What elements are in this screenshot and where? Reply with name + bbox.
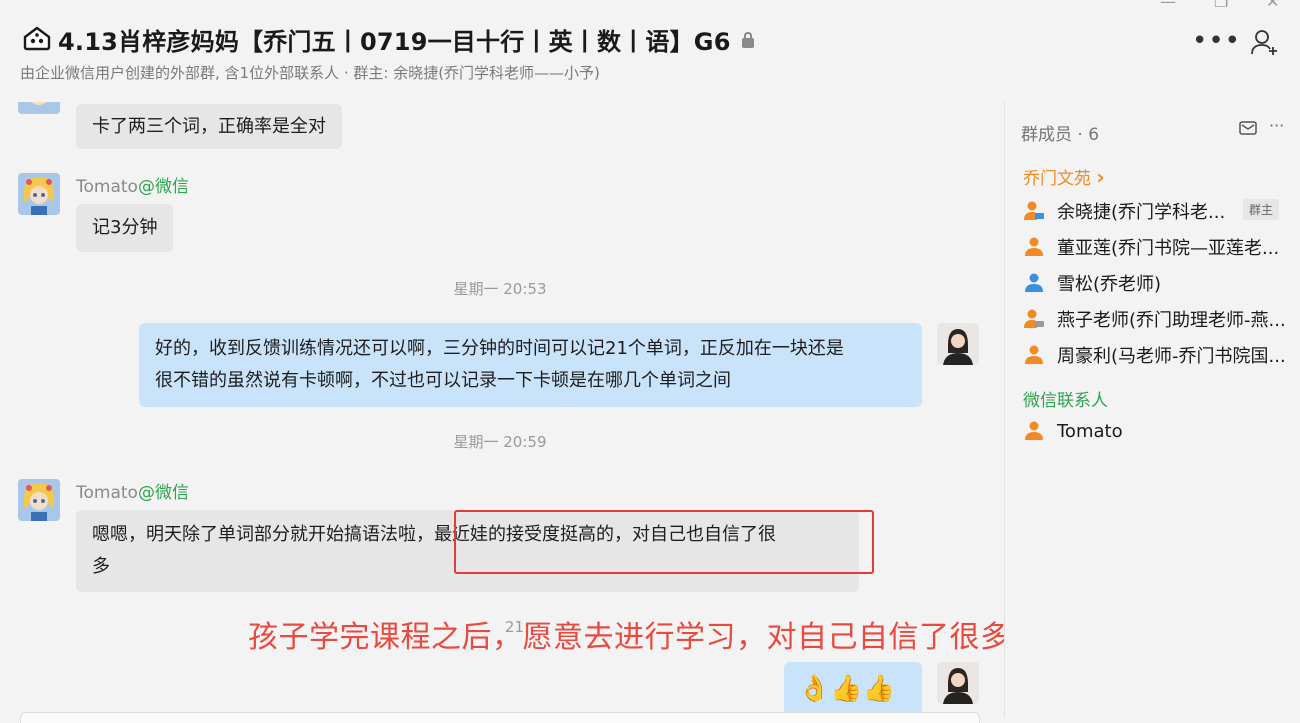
emoji-message-bubble[interactable]: 👌👍👍 [784, 662, 922, 717]
owner-badge: 群主 [1243, 199, 1280, 220]
contact-avatar[interactable] [18, 479, 60, 521]
my-avatar[interactable] [937, 662, 979, 704]
member-item[interactable]: 燕子老师(乔门助理老师-燕... [1023, 306, 1286, 332]
member-count-title: 群成员 · 6 [1021, 125, 1100, 145]
contact-avatar[interactable] [18, 173, 60, 215]
more-options-button[interactable]: ••• [1192, 26, 1241, 56]
message-bubble[interactable]: 记3分钟 [76, 204, 174, 252]
highlight-box [454, 510, 874, 574]
group-chat-icon [22, 25, 52, 55]
message-bubble[interactable]: 卡了两三个词，正确率是全对 [76, 104, 342, 149]
mail-icon[interactable] [1239, 120, 1257, 139]
person-assistant-icon [1023, 308, 1045, 330]
close-icon[interactable]: ✕ [1266, 0, 1279, 11]
member-item[interactable]: Tomato [1023, 420, 1123, 442]
member-item[interactable]: 周豪利(马老师-乔门书院国... [1023, 342, 1286, 368]
member-name: 燕子老师(乔门助理老师-燕... [1057, 310, 1286, 331]
member-item[interactable]: 雪松(乔老师) [1023, 270, 1161, 296]
message-bubble[interactable]: 好的，收到反馈训练情况还可以啊，三分钟的时间可以记21个单词，正反加在一块还是 … [139, 323, 922, 407]
lock-icon [741, 31, 755, 53]
person-admin-icon [1023, 200, 1045, 222]
person-icon [1023, 420, 1045, 442]
sender-name: Tomato [76, 177, 138, 197]
chat-title[interactable]: 4.13肖梓彦妈妈【乔门五丨0719一目十行丨英丨数丨语】G6 [58, 22, 731, 57]
add-member-icon[interactable] [1250, 28, 1280, 60]
chevron-right-icon: › [1096, 165, 1105, 189]
message-timestamp: 星期一 20:53 [453, 280, 547, 298]
group-section-wechat: 微信联系人 [1023, 391, 1108, 411]
sender-label: Tomato@微信 [76, 172, 189, 197]
message-line: 很不错的虽然说有卡顿啊，不过也可以记录一下卡顿是在哪几个单词之间 [155, 370, 731, 391]
wechat-tag: @微信 [137, 483, 189, 503]
person-icon [1023, 272, 1045, 294]
chat-header: — ❐ ✕ 4.13肖梓彦妈妈【乔门五丨0719一目十行丨英丨数丨语】G6 由企… [0, 0, 1300, 102]
member-item[interactable]: 董亚莲(乔门书院—亚莲老... [1023, 234, 1279, 260]
member-name: 董亚莲(乔门书院—亚莲老... [1057, 238, 1280, 259]
contact-avatar[interactable] [18, 102, 60, 114]
group-section-qiaomen[interactable]: 乔门文苑 › [1023, 164, 1105, 189]
message-input-box[interactable] [20, 712, 980, 723]
person-icon [1023, 344, 1045, 366]
my-avatar[interactable] [937, 323, 979, 365]
title-row: 4.13肖梓彦妈妈【乔门五丨0719一目十行丨英丨数丨语】G6 [22, 22, 755, 57]
member-name: 余晓捷(乔门学科老... [1057, 202, 1226, 223]
group-section-label: 乔门文苑 [1023, 169, 1091, 189]
sender-name: Tomato [76, 483, 138, 503]
message-line: 好的，收到反馈训练情况还可以啊，三分钟的时间可以记21个单词，正反加在一块还是 [155, 338, 844, 359]
chat-subtitle: 由企业微信用户创建的外部群, 含1位外部联系人 · 群主: 余晓捷(乔门学科老师… [20, 64, 600, 82]
member-item[interactable]: 余晓捷(乔门学科老... [1023, 198, 1225, 224]
wechat-tag: @微信 [137, 177, 189, 197]
member-name: Tomato [1057, 420, 1123, 442]
member-name: 周豪利(马老师-乔门书院国... [1057, 346, 1286, 367]
person-icon [1023, 236, 1045, 258]
message-timestamp: 星期一 20:59 [453, 433, 547, 451]
member-name: 雪松(乔老师) [1057, 274, 1162, 295]
member-sidebar: 群成员 · 6 ··· 乔门文苑 › 余晓捷(乔门学科老... 群主 董亚莲(乔… [1004, 102, 1300, 717]
minimize-icon[interactable]: — [1160, 0, 1176, 11]
sidebar-more-icon[interactable]: ··· [1269, 116, 1284, 135]
annotation-text: 孩子学完课程之后，愿意去进行学习，对自己自信了很多 [248, 620, 1011, 655]
sender-label: Tomato@微信 [76, 478, 189, 503]
restore-icon[interactable]: ❐ [1214, 0, 1228, 11]
